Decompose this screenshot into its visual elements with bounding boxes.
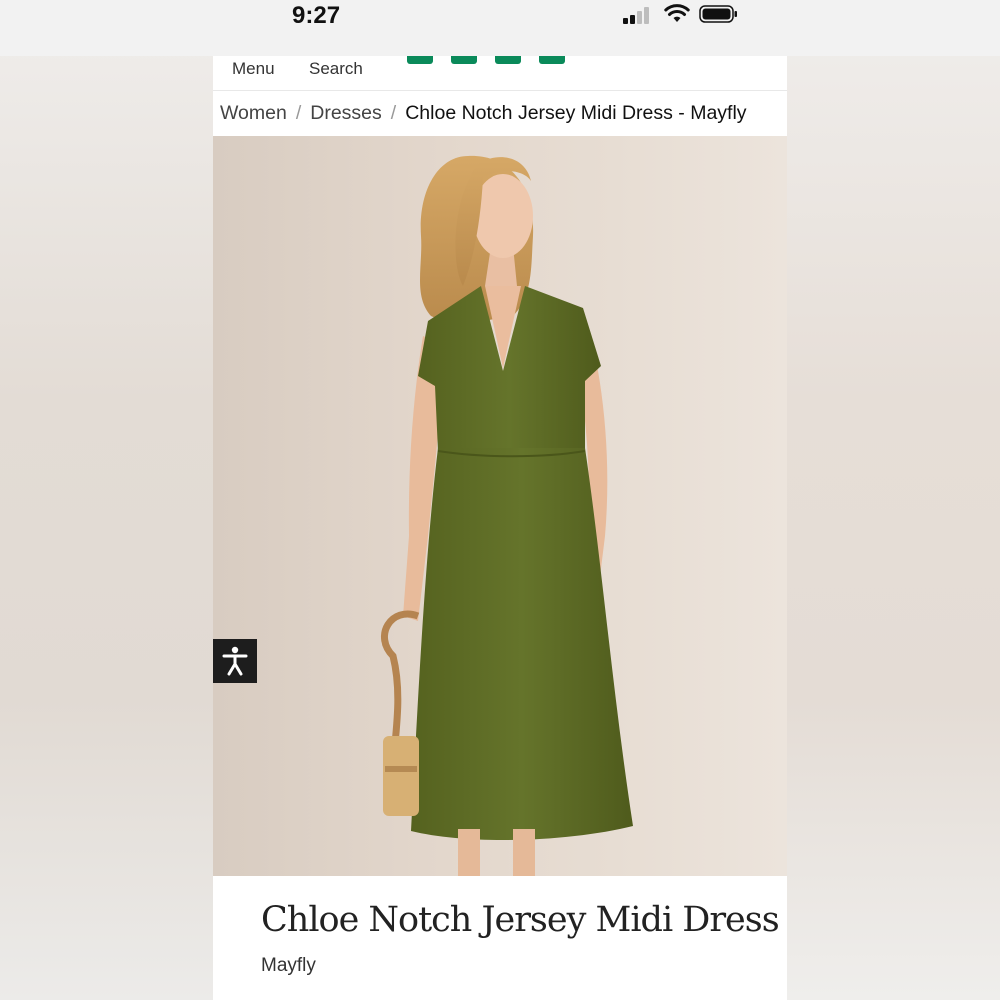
accessibility-icon [222,646,248,676]
search-button[interactable]: Search [309,59,363,79]
battery-icon [699,5,737,23]
breadcrumb-current: Chloe Notch Jersey Midi Dress - Mayfly [405,102,747,124]
brand-logo[interactable] [407,56,593,64]
cellular-signal-icon [623,6,655,24]
background-right [787,0,1000,1000]
breadcrumb-link-women[interactable]: Women [220,102,287,125]
top-nav: Menu Search [213,56,787,89]
product-image[interactable] [213,136,787,876]
status-time: 9:27 [292,2,341,29]
breadcrumb-separator: / [295,102,302,124]
breadcrumb: Women / Dresses / Chloe Notch Jersey Mid… [213,90,787,136]
wifi-icon [664,4,690,22]
breadcrumb-separator: / [390,102,397,124]
product-title: Chloe Notch Jersey Midi Dress [261,900,780,940]
model-photo-illustration [381,155,633,876]
accessibility-button[interactable] [213,639,257,683]
phone-screen: Menu Search Women / Dresses / Chloe Notc… [213,56,787,1000]
product-color-name: Mayfly [261,955,316,976]
breadcrumb-link-dresses[interactable]: Dresses [310,102,382,125]
menu-button[interactable]: Menu [232,59,275,79]
status-bar: 9:27 [0,0,1000,56]
product-info: Chloe Notch Jersey Midi Dress Mayfly [213,876,787,1000]
background-left [0,0,213,1000]
